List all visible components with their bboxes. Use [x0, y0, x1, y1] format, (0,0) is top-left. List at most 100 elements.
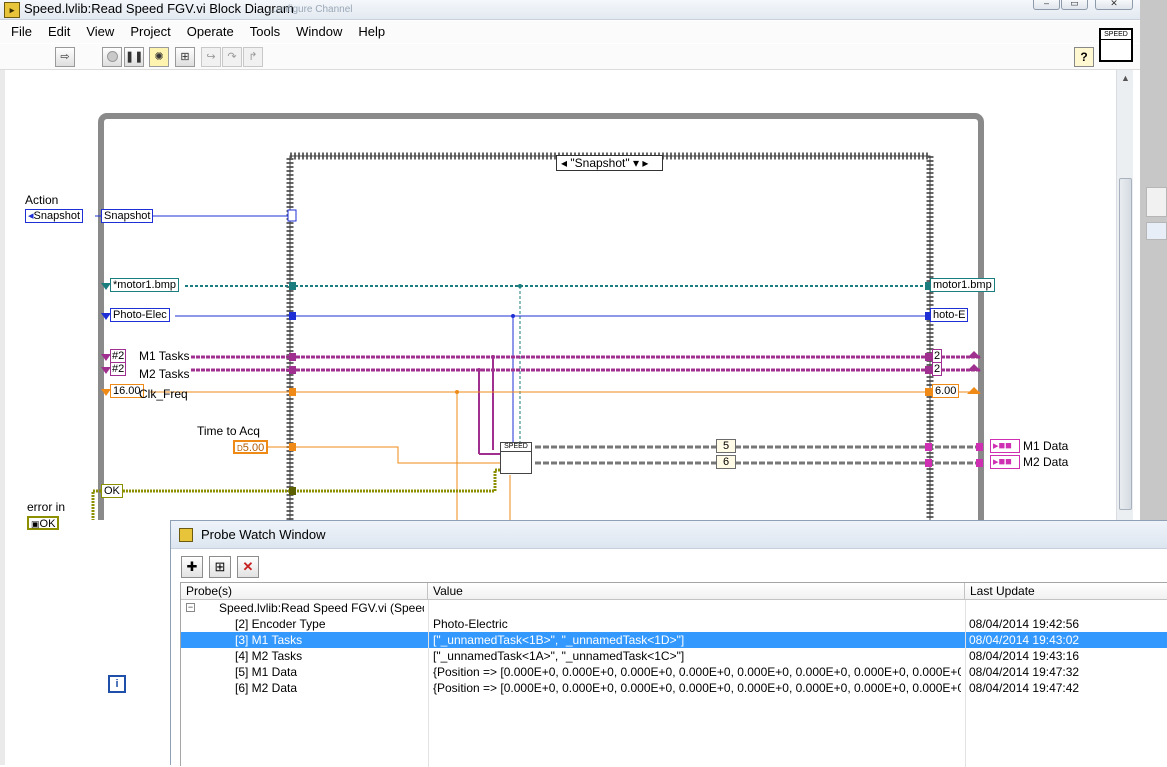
tunnel	[289, 353, 296, 361]
menu-view[interactable]: View	[78, 21, 122, 43]
table-row[interactable]: [2] Encoder Type Photo-Electric 08/04/20…	[181, 616, 1167, 632]
row-probe: [2] Encoder Type	[235, 617, 326, 631]
error-shift-register: OK	[101, 484, 123, 498]
highlight-execution-icon[interactable]: ✺	[149, 47, 169, 67]
while-loop-frame	[98, 113, 984, 520]
tunnel	[925, 459, 932, 467]
error-wire	[91, 468, 502, 520]
maximize-button[interactable]: ▭	[1061, 0, 1088, 10]
tunnel	[925, 443, 932, 451]
scroll-up-icon[interactable]: ▲	[1121, 73, 1130, 83]
row-updated: 08/04/2014 19:47:42	[969, 681, 1080, 695]
m2-data-indicator[interactable]: ▸■■	[990, 455, 1020, 469]
background-window-fragment	[1146, 187, 1167, 217]
vi-icon: SPEED	[1099, 28, 1133, 62]
loop-iteration-terminal: i	[108, 675, 126, 693]
clk-freq-output: 6.00	[932, 384, 960, 398]
window-title: Speed.lvlib:Read Speed FGV.vi Block Diag…	[24, 1, 294, 16]
column-header-value[interactable]: Value	[428, 583, 965, 600]
table-row-selected[interactable]: [3] M1 Tasks ["_unnamedTask<1B>", "_unna…	[181, 632, 1167, 648]
column-divider	[965, 600, 966, 767]
title-bar: ▸ Speed.lvlib:Read Speed FGV.vi Block Di…	[0, 0, 1140, 20]
error-in-status: OK	[39, 518, 56, 530]
m1-task-tag[interactable]: #2	[110, 349, 127, 363]
menu-project[interactable]: Project	[122, 21, 178, 43]
m2-data-label: M2 Data	[1023, 455, 1069, 469]
delete-probe-icon[interactable]: ✕	[237, 556, 259, 578]
case-structure-inner	[289, 155, 931, 520]
abort-icon[interactable]	[102, 47, 122, 67]
pause-icon[interactable]: ❚❚	[124, 47, 144, 67]
tunnel	[976, 443, 983, 451]
step-out-icon[interactable]: ↱	[243, 47, 263, 67]
chevron-down-icon[interactable]: ▾	[633, 156, 639, 170]
error-in-control[interactable]: ▣OK	[27, 516, 60, 530]
new-probe-icon[interactable]: ✚	[181, 556, 203, 578]
collapse-icon[interactable]: −	[186, 603, 195, 612]
retain-wire-values-icon[interactable]: ⊞	[175, 47, 195, 67]
toolbar: ⇨ ❚❚ ✺ ⊞ ↪ ↷ ↱ ?	[0, 44, 1140, 70]
row-value: {Position => [0.000E+0, 0.000E+0, 0.000E…	[433, 665, 961, 679]
m2-tasks-label: M2 Tasks	[139, 367, 190, 381]
scroll-thumb[interactable]	[1119, 178, 1132, 510]
tunnel	[925, 366, 932, 374]
action-shift-value: Snapshot	[104, 210, 151, 222]
row-value: {Position => [0.000E+0, 0.000E+0, 0.000E…	[433, 681, 961, 695]
row-updated: 08/04/2014 19:43:16	[969, 649, 1080, 663]
background-window-title: ...onfigure Channel	[268, 4, 353, 15]
chevron-left-icon[interactable]: ◂	[561, 156, 567, 170]
row-probe: [4] M2 Tasks	[235, 649, 303, 663]
m2-task-tag[interactable]: #2	[110, 362, 127, 376]
tunnel	[925, 353, 932, 361]
error-in-label: error in	[27, 500, 66, 514]
menu-tools[interactable]: Tools	[242, 21, 288, 43]
case-selector[interactable]: ◂ "Snapshot" ▾ ▸	[556, 155, 663, 171]
labview-app-icon: ▸	[4, 2, 20, 18]
vertical-scrollbar[interactable]: ▲	[1116, 70, 1133, 520]
probe-window-title-bar: Probe Watch Window	[171, 521, 1167, 549]
menu-file[interactable]: File	[0, 21, 40, 43]
probe-6[interactable]: 6	[716, 455, 736, 469]
row-value: ["_unnamedTask<1B>", "_unnamedTask<1D>"]	[433, 633, 685, 647]
action-control[interactable]: ◂Snapshot	[25, 209, 84, 223]
step-over-icon[interactable]: ↷	[222, 47, 242, 67]
time-to-acq-value: 5.00	[242, 442, 265, 454]
table-row[interactable]: [6] M2 Data {Position => [0.000E+0, 0.00…	[181, 680, 1167, 696]
m1-data-label: M1 Data	[1023, 439, 1069, 453]
menu-operate[interactable]: Operate	[179, 21, 242, 43]
row-updated: 08/04/2014 19:42:56	[969, 617, 1080, 631]
tunnel	[925, 388, 932, 396]
action-label: Action	[25, 193, 59, 207]
table-row[interactable]: [5] M1 Data {Position => [0.000E+0, 0.00…	[181, 664, 1167, 680]
block-diagram[interactable]: ◂ "Snapshot" ▾ ▸ Action ◂Snapshot Snapsh…	[5, 70, 1116, 693]
row-probe: [5] M1 Data	[235, 665, 298, 679]
tunnel	[976, 459, 983, 467]
column-divider	[428, 600, 429, 767]
menu-edit[interactable]: Edit	[40, 21, 78, 43]
step-into-icon[interactable]: ↪	[201, 47, 221, 67]
m1-data-indicator[interactable]: ▸■■	[990, 439, 1020, 453]
run-arrow-icon[interactable]: ⇨	[55, 47, 75, 67]
column-header-probes[interactable]: Probe(s)	[181, 583, 428, 600]
tunnel	[289, 282, 296, 290]
minimize-button[interactable]: –	[1033, 0, 1060, 10]
speed-subvi[interactable]: SPEED	[500, 442, 532, 474]
file-path-constant[interactable]: *motor1.bmp	[110, 278, 179, 292]
probe-layout-icon[interactable]: ⊞	[209, 556, 231, 578]
menu-help[interactable]: Help	[350, 21, 393, 43]
column-header-last-update[interactable]: Last Update	[965, 583, 1167, 600]
table-row[interactable]: [4] M2 Tasks ["_unnamedTask<1A>", "_unna…	[181, 648, 1167, 664]
diagram-wires	[91, 113, 984, 520]
close-button[interactable]: ✕	[1095, 0, 1133, 10]
menu-window[interactable]: Window	[288, 21, 350, 43]
probe-5[interactable]: 5	[716, 439, 736, 453]
action-shift-register: Snapshot	[101, 209, 154, 223]
row-probe: [6] M2 Data	[235, 681, 298, 695]
table-row[interactable]: − Speed.lvlib:Read Speed FGV.vi (Speed.l…	[181, 600, 1167, 616]
time-to-acq-control[interactable]: D5.00	[233, 440, 269, 454]
file-path-output: motor1.bmp	[930, 278, 995, 292]
chevron-right-icon[interactable]: ▸	[642, 156, 648, 170]
encoder-type-constant[interactable]: Photo-Elec	[110, 308, 170, 322]
context-help-icon[interactable]: ?	[1074, 47, 1094, 67]
case-selector-terminal	[287, 209, 297, 222]
